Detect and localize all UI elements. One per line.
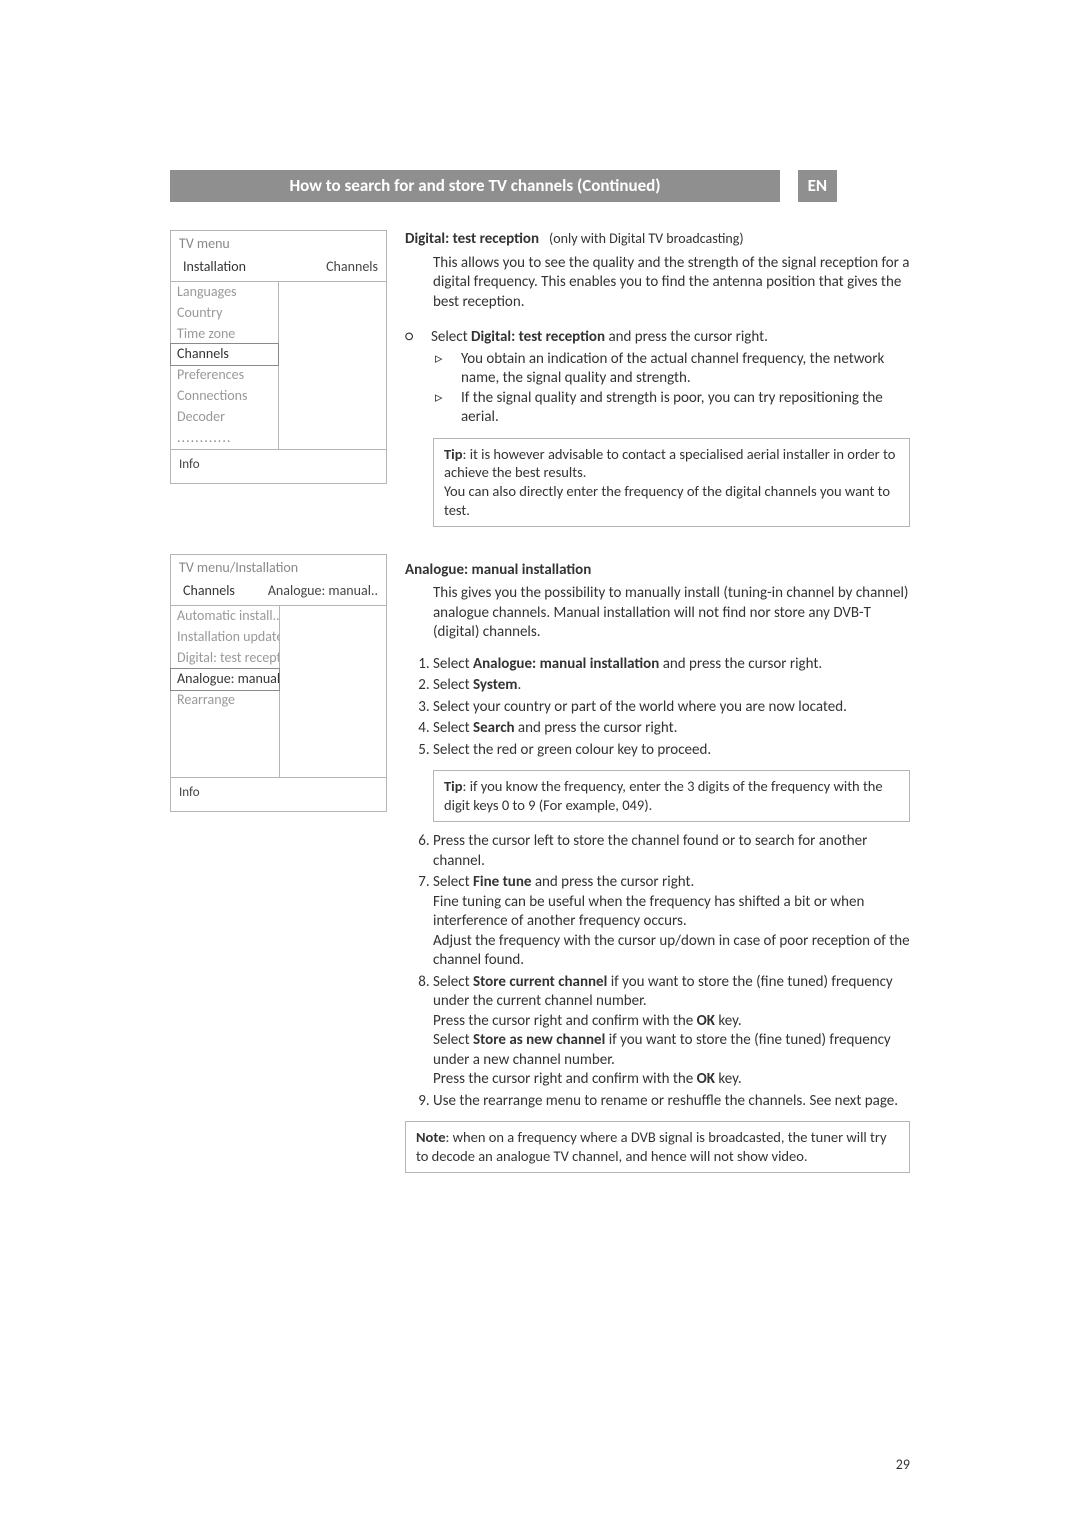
menu-item: Rearrange [171, 690, 279, 711]
sub-step-text: If the signal quality and strength is po… [461, 389, 910, 428]
steps-list: Select Analogue: manual installation and… [415, 655, 910, 761]
note-box: Note: when on a frequency where a DVB si… [405, 1121, 910, 1173]
section-subtitle: (only with Digital TV broadcasting) [549, 230, 744, 247]
menu-info: Info [171, 777, 386, 812]
bullet-icon: ○ [405, 328, 417, 348]
tip-box: Tip: if you know the frequency, enter th… [433, 770, 910, 822]
menu-item: Time zone [171, 324, 278, 345]
language-badge: EN [798, 170, 838, 202]
menu-item: Automatic install... [171, 606, 279, 627]
menu-info: Info [171, 449, 386, 484]
sub-step-text: You obtain an indication of the actual c… [461, 350, 910, 389]
menu-item-more: ............ [171, 428, 278, 449]
section-desc: This allows you to see the quality and t… [433, 254, 910, 313]
menu-crumb-left: Installation [183, 258, 246, 277]
tip-box: Tip: it is however advisable to contact … [433, 438, 910, 527]
menu-head: TV menu/Installation [171, 555, 386, 580]
menu-crumb-right: Analogue: manual.. [268, 582, 378, 601]
menu-item: Connections [171, 386, 278, 407]
menu-item-selected: Channels [170, 343, 279, 366]
menu-head: TV menu [171, 231, 386, 256]
steps-list-continued: Press the cursor left to store the chann… [415, 832, 910, 1111]
section-title: Analogue: manual installation [405, 561, 910, 581]
page-title: How to search for and store TV channels … [170, 170, 780, 202]
menu-crumb-right: Channels [326, 258, 378, 277]
tv-menu-installation-box: TV menu/Installation Channels Analogue: … [170, 554, 387, 812]
page-number: 29 [896, 1456, 910, 1473]
menu-item-selected: Analogue: manual.. [170, 668, 280, 691]
menu-item: Preferences [171, 365, 278, 386]
menu-item: Installation update [171, 627, 279, 648]
section-desc: This gives you the possibility to manual… [433, 584, 910, 643]
triangle-icon: ▹ [435, 389, 447, 428]
menu-item: Languages [171, 282, 278, 303]
menu-item: Digital: test recept. [171, 648, 279, 669]
title-bar-row: How to search for and store TV channels … [170, 170, 910, 202]
step-text: Select Digital: test reception and press… [431, 328, 768, 348]
menu-crumb-left: Channels [183, 582, 235, 601]
section-digital: Digital: test reception (only with Digit… [405, 230, 910, 527]
section-analogue: Analogue: manual installation This gives… [405, 561, 910, 1173]
section-title: Digital: test reception [405, 230, 539, 248]
tv-menu-box: TV menu Installation Channels Languages … [170, 230, 387, 484]
menu-item: Decoder [171, 407, 278, 428]
menu-item: Country [171, 303, 278, 324]
triangle-icon: ▹ [435, 350, 447, 389]
